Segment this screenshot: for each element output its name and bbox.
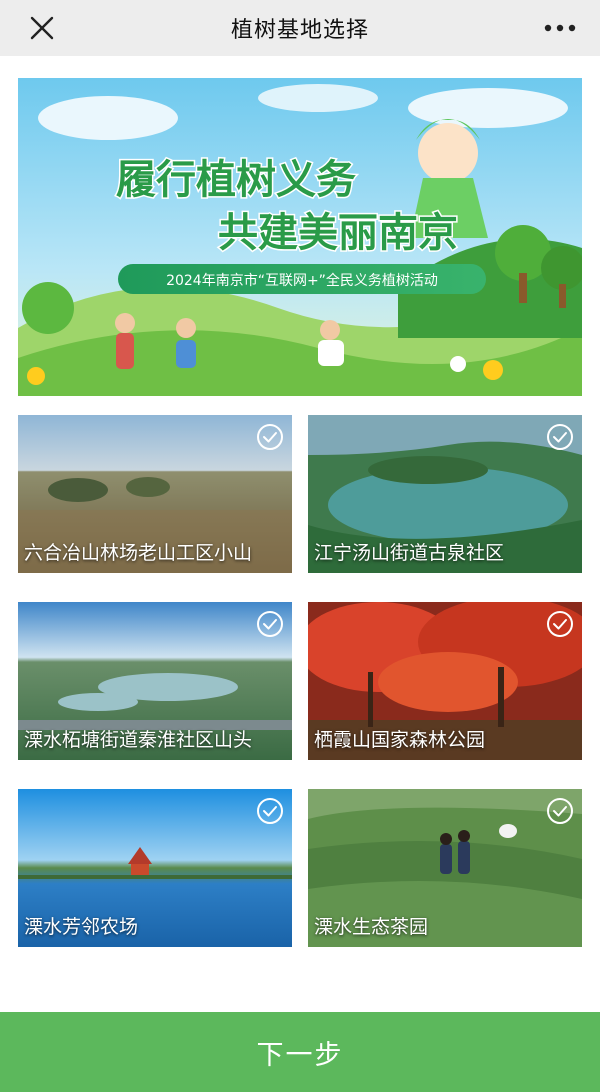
check-circle-icon — [257, 611, 283, 637]
site-card-6[interactable]: 溧水生态茶园 — [308, 789, 582, 947]
campaign-banner[interactable]: 履行植树义务 共建美丽南京 2024年南京市“互联网+”全民义务植树活动 — [18, 78, 582, 396]
site-label: 溧水芳邻农场 — [24, 916, 139, 938]
site-card-5[interactable]: 溧水芳邻农场 — [18, 789, 292, 947]
site-label: 溧水柘塘街道秦淮社区山头 — [24, 729, 253, 751]
next-button[interactable]: 下一步 — [0, 1012, 600, 1092]
site-card-1[interactable]: 六合冶山林场老山工区小山 — [18, 415, 292, 573]
site-card-3[interactable]: 溧水柘塘街道秦淮社区山头 — [18, 602, 292, 760]
banner-headline-2: 共建美丽南京 — [218, 210, 458, 256]
site-label: 溧水生态茶园 — [314, 916, 429, 938]
site-label: 栖霞山国家森林公园 — [314, 729, 486, 751]
check-circle-icon — [257, 798, 283, 824]
more-icon[interactable] — [540, 12, 580, 44]
close-icon[interactable] — [26, 12, 58, 44]
check-circle-icon — [547, 798, 573, 824]
banner-illustration: 履行植树义务 共建美丽南京 2024年南京市“互联网+”全民义务植树活动 — [18, 78, 582, 396]
check-circle-icon — [257, 424, 283, 450]
site-card-2[interactable]: 江宁汤山街道古泉社区 — [308, 415, 582, 573]
navigation-bar: 植树基地选择 — [0, 0, 600, 56]
site-card-4[interactable]: 栖霞山国家森林公园 — [308, 602, 582, 760]
banner-headline-1: 履行植树义务 — [116, 157, 356, 203]
check-circle-icon — [547, 611, 573, 637]
page-title: 植树基地选择 — [230, 18, 369, 43]
check-circle-icon — [547, 424, 573, 450]
site-label: 六合冶山林场老山工区小山 — [24, 542, 253, 564]
banner-subtitle: 2024年南京市“互联网+”全民义务植树活动 — [166, 272, 438, 289]
site-label: 江宁汤山街道古泉社区 — [314, 542, 505, 564]
